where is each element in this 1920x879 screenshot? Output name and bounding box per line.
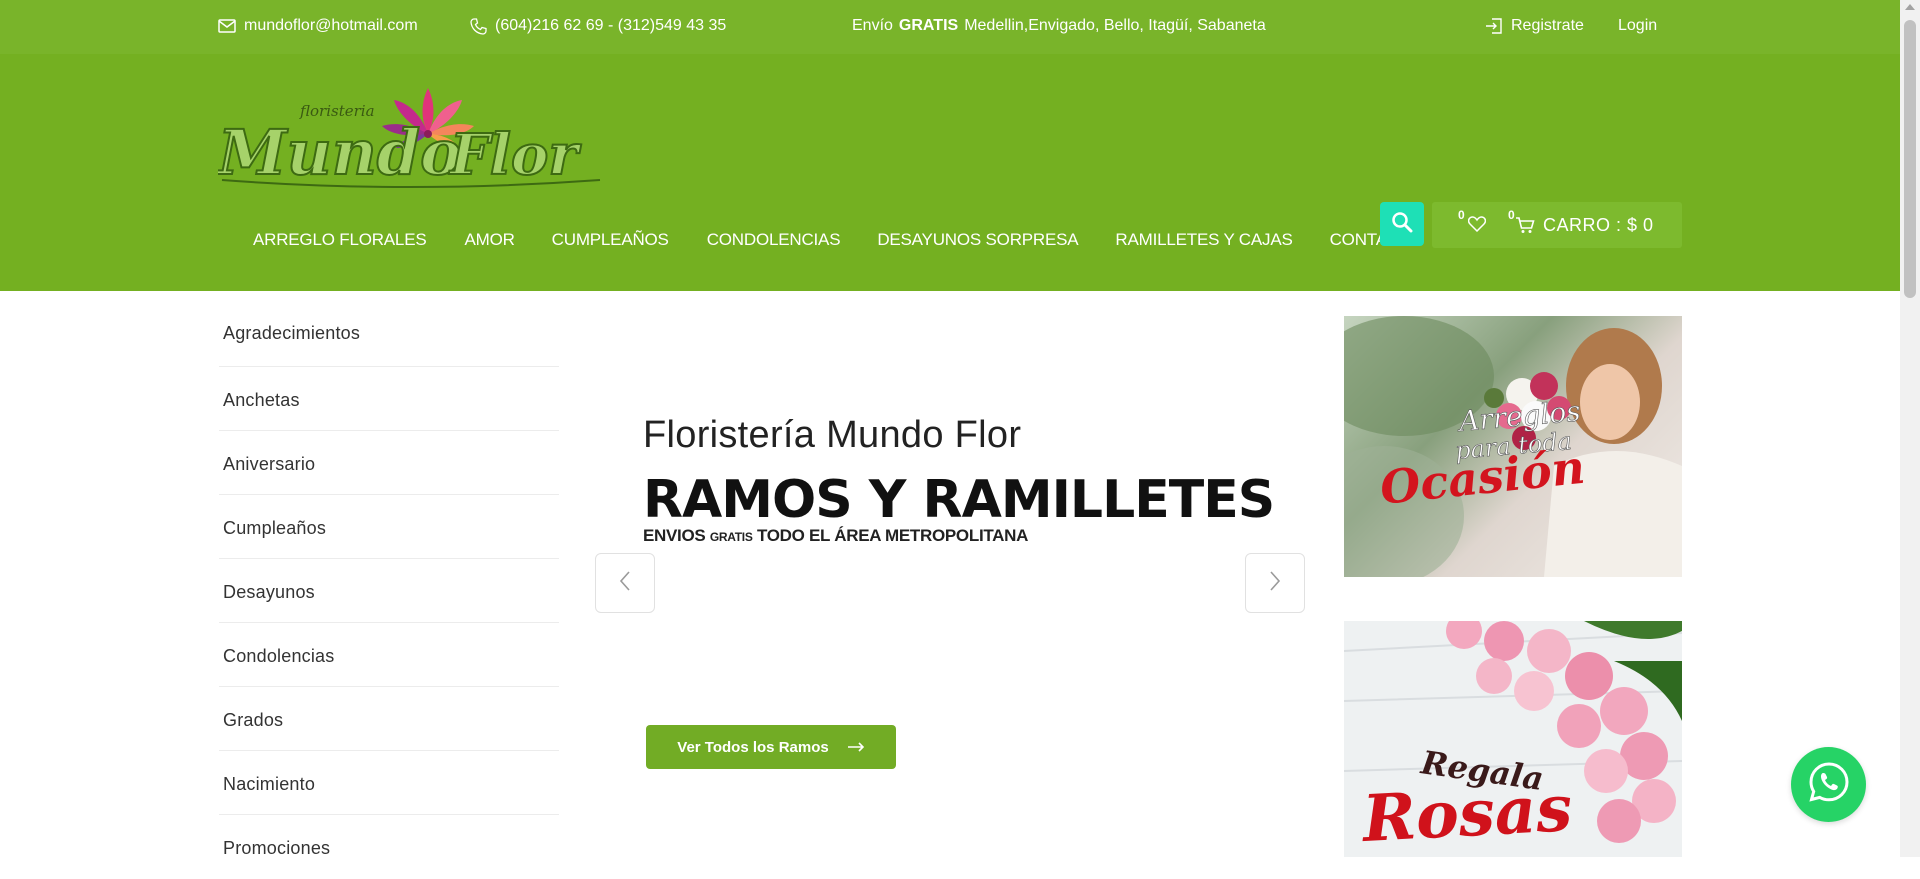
logo-text-mundo: Mundo xyxy=(218,116,462,189)
banner2-line2: Rosas xyxy=(1359,771,1574,857)
category-aniversario[interactable]: Aniversario xyxy=(219,431,559,495)
cart-icon[interactable] xyxy=(1515,216,1535,239)
category-cumpleanos[interactable]: Cumpleaños xyxy=(219,495,559,559)
phone-icon xyxy=(470,17,487,35)
cart-box: 0 0 CARRO : $ 0 xyxy=(1432,202,1682,248)
login-label: Login xyxy=(1618,17,1658,34)
contact-email[interactable]: mundoflor@hotmail.com xyxy=(218,17,418,35)
hero-note-small: GRATIS xyxy=(709,530,753,544)
cta-label: Ver Todos los Ramos xyxy=(677,738,829,756)
mail-icon xyxy=(218,19,236,33)
shipping-prefix: Envío xyxy=(852,17,893,34)
cart-label[interactable]: CARRO : $ 0 xyxy=(1543,215,1654,236)
hero-subtitle: Floristería Mundo Flor xyxy=(643,414,1022,456)
hero-note-part1: ENVIOS xyxy=(643,526,706,545)
hero-title: RAMOS Y RAMILLETES xyxy=(643,470,1275,530)
search-button[interactable] xyxy=(1380,202,1424,246)
slider-prev-button[interactable] xyxy=(595,553,655,613)
top-bar: mundoflor@hotmail.com (604)216 62 69 - (… xyxy=(0,0,1900,54)
shipping-free: GRATIS xyxy=(898,17,959,34)
register-label: Registrate xyxy=(1511,17,1584,34)
banner-rosas[interactable]: Regala Rosas xyxy=(1344,621,1682,857)
chevron-right-icon xyxy=(1268,570,1282,597)
hero-slider: Floristería Mundo Flor RAMOS Y RAMILLETE… xyxy=(595,300,1307,857)
category-nacimiento[interactable]: Nacimiento xyxy=(219,751,559,815)
nav-item-amor[interactable]: AMOR xyxy=(464,230,514,250)
login-link[interactable]: Login xyxy=(1618,17,1657,35)
category-desayunos[interactable]: Desayunos xyxy=(219,559,559,623)
email-text: mundoflor@hotmail.com xyxy=(244,17,418,34)
site-logo[interactable]: floristeria Mundo Flor xyxy=(215,84,608,204)
category-sidebar: Agradecimientos Anchetas Aniversario Cum… xyxy=(219,300,559,879)
shipping-notice: Envío GRATIS Medellin,Envigado, Bello, I… xyxy=(852,17,1266,35)
main-nav: ARREGLO FLORALES AMOR CUMPLEAÑOS CONDOLE… xyxy=(253,230,1422,250)
category-promociones[interactable]: Promociones xyxy=(219,815,559,879)
hero-note-part2: TODO EL ÁREA METROPOLITANA xyxy=(756,526,1029,545)
login-icon xyxy=(1485,17,1503,35)
scroll-up-arrow[interactable] xyxy=(1905,4,1915,10)
category-anchetas[interactable]: Anchetas xyxy=(219,367,559,431)
heart-icon[interactable] xyxy=(1467,216,1487,237)
register-link[interactable]: Registrate xyxy=(1485,17,1584,35)
wishlist-count: 0 xyxy=(1458,208,1465,222)
logo-text-flor: Flor xyxy=(448,122,581,188)
view-all-bouquets-button[interactable]: Ver Todos los Ramos xyxy=(646,725,896,769)
shipping-areas: Medellin,Envigado, Bello, Itagüí, Sabane… xyxy=(964,17,1266,34)
nav-item-arreglo-florales[interactable]: ARREGLO FLORALES xyxy=(253,230,427,250)
banner-arreglos[interactable]: Arreglos para toda Ocasión xyxy=(1344,316,1682,577)
nav-item-ramilletes-y-cajas[interactable]: RAMILLETES Y CAJAS xyxy=(1115,230,1292,250)
search-icon xyxy=(1391,211,1413,238)
category-agradecimientos[interactable]: Agradecimientos xyxy=(219,300,559,367)
whatsapp-icon xyxy=(1807,760,1851,809)
whatsapp-button[interactable] xyxy=(1791,747,1866,822)
nav-item-condolencias[interactable]: CONDOLENCIAS xyxy=(707,230,841,250)
scroll-thumb[interactable] xyxy=(1904,20,1916,298)
nav-item-cumpleanos[interactable]: CUMPLEAÑOS xyxy=(552,230,669,250)
slider-next-button[interactable] xyxy=(1245,553,1305,613)
page-scrollbar[interactable] xyxy=(1900,0,1920,857)
arrow-right-icon xyxy=(847,739,865,756)
nav-item-desayunos-sorpresa[interactable]: DESAYUNOS SORPRESA xyxy=(877,230,1078,250)
category-grados[interactable]: Grados xyxy=(219,687,559,751)
phone-text: (604)216 62 69 - (312)549 43 35 xyxy=(495,17,727,34)
hero-note: ENVIOS GRATIS TODO EL ÁREA METROPOLITANA xyxy=(643,526,1028,546)
category-condolencias[interactable]: Condolencias xyxy=(219,623,559,687)
cart-count: 0 xyxy=(1508,208,1515,222)
main-header: floristeria Mundo Flor ARREGLO FLORALES … xyxy=(0,54,1900,291)
contact-phone[interactable]: (604)216 62 69 - (312)549 43 35 xyxy=(470,17,726,35)
chevron-left-icon xyxy=(618,570,632,597)
